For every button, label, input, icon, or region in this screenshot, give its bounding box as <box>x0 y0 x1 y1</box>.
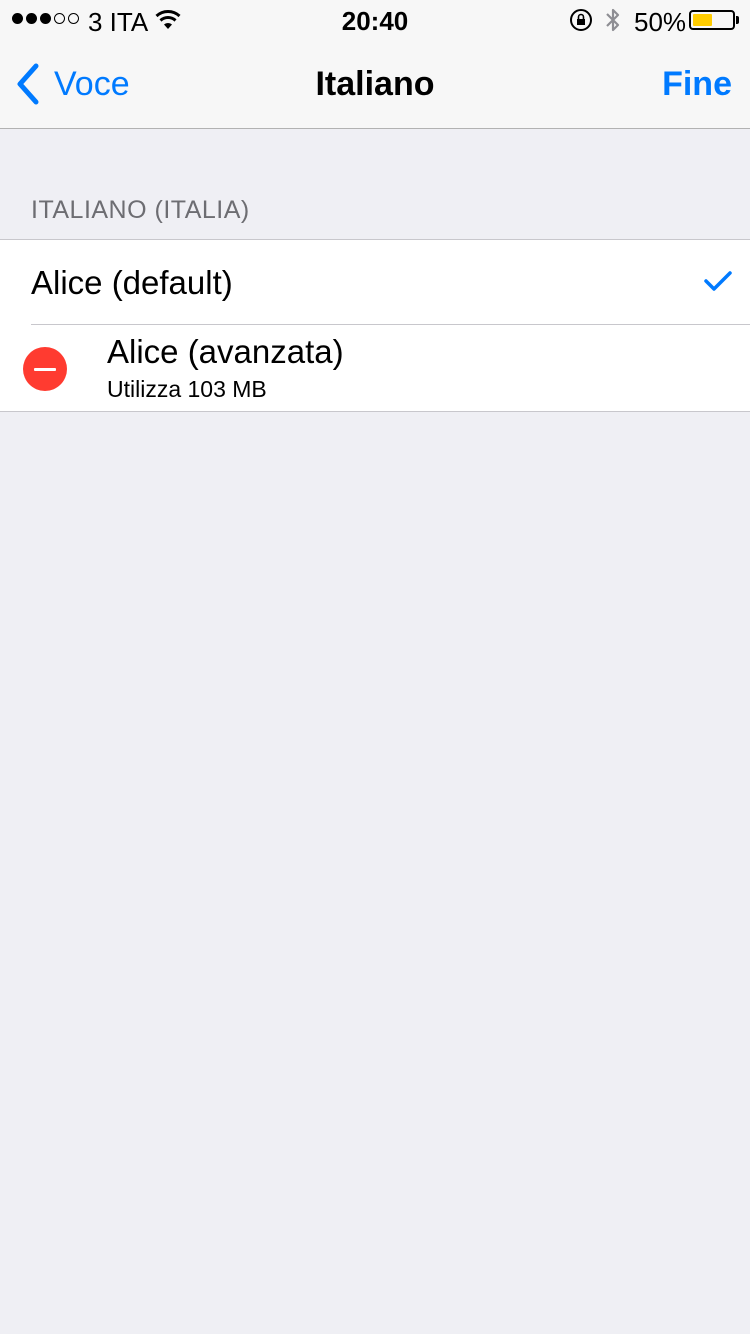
voice-size: Utilizza 103 MB <box>107 376 267 402</box>
battery-percentage: 50% <box>634 7 687 37</box>
voice-row-default[interactable]: Alice (default) <box>0 240 750 325</box>
status-bar: 3 ITA 20:40 50% <box>0 0 750 40</box>
bluetooth-icon <box>606 8 620 32</box>
voice-title: Alice (default) <box>31 264 233 301</box>
done-button[interactable]: Fine <box>662 40 732 128</box>
checkmark-icon <box>704 271 732 291</box>
voice-title: Alice (avanzata) <box>107 333 344 370</box>
voice-row-enhanced[interactable]: Alice (avanzata) Utilizza 103 MB <box>0 325 750 411</box>
battery-terminal <box>736 16 739 24</box>
battery-icon <box>689 10 735 30</box>
delete-icon[interactable] <box>23 347 67 391</box>
battery-level <box>693 14 712 26</box>
voice-list: Alice (default) Alice (avanzata) Utilizz… <box>0 239 750 412</box>
rotation-lock-icon <box>570 9 592 31</box>
section-header: ITALIANO (ITALIA) <box>31 196 250 224</box>
navigation-bar: Voce Italiano Fine <box>0 40 750 129</box>
page-title: Italiano <box>315 65 435 103</box>
